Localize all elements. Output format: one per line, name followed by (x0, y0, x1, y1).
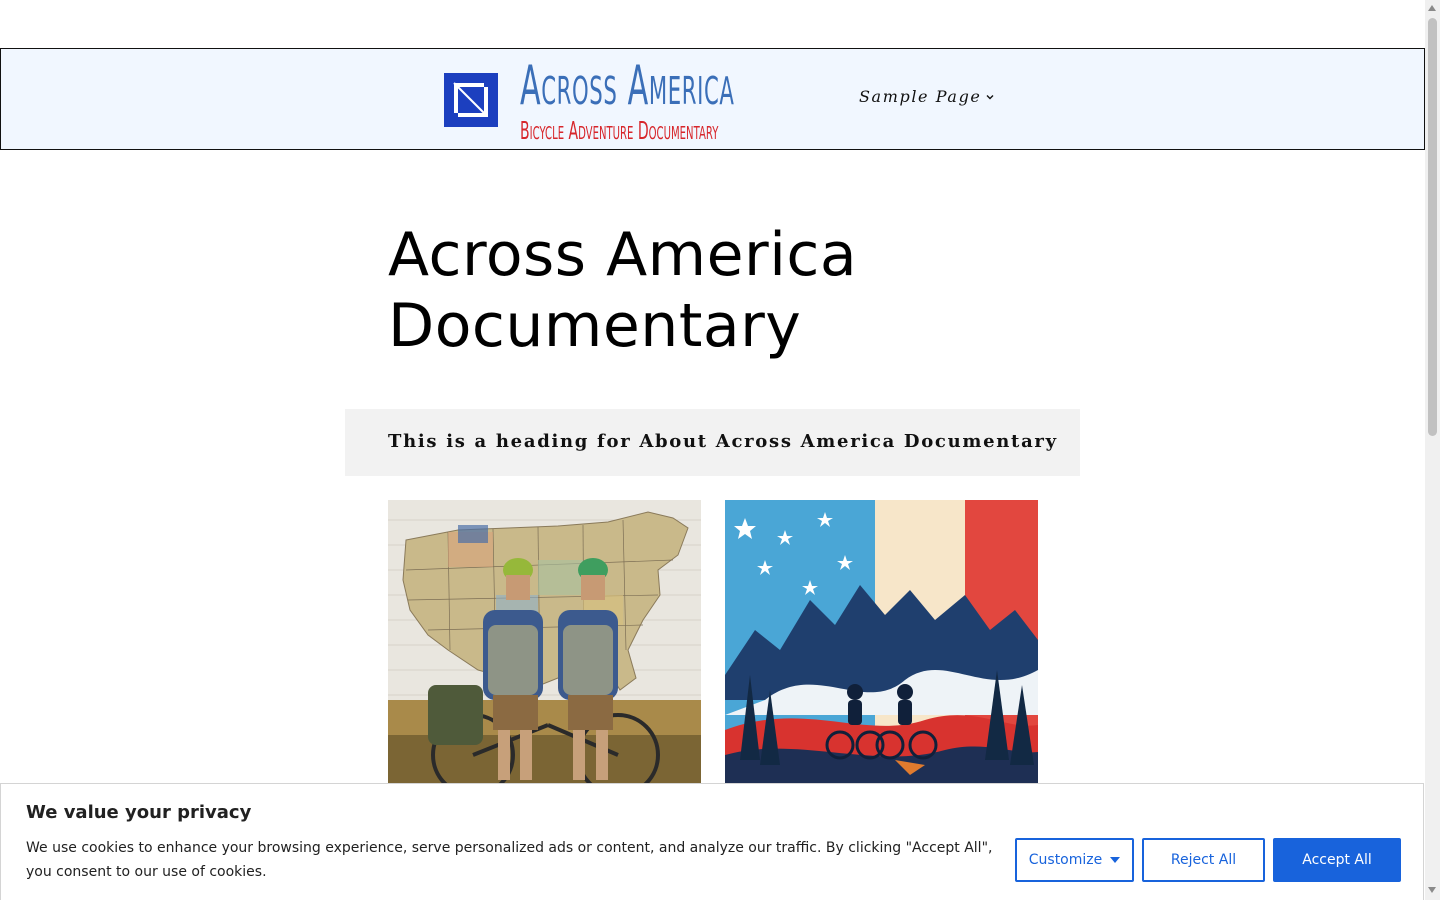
reject-all-button[interactable]: Reject All (1142, 838, 1265, 882)
vertical-scrollbar[interactable] (1425, 0, 1440, 900)
nav-item-label: Sample Page (859, 87, 982, 106)
scrollbar-thumb[interactable] (1428, 18, 1437, 436)
page-title: Across America Documentary (388, 220, 858, 361)
about-heading-band: This is a heading for About Across Ameri… (345, 409, 1080, 476)
cookie-consent-banner: We value your privacy We use cookies to … (0, 783, 1424, 900)
site-header: Across America Bicycle Adventure Documen… (0, 48, 1425, 150)
cyclists-flag-image (725, 500, 1038, 785)
accept-all-button[interactable]: Accept All (1273, 838, 1401, 882)
caret-down-icon (1110, 857, 1121, 863)
logo-subtitle: Bicycle Adventure Documentary (520, 116, 719, 145)
scroll-down-arrow-icon[interactable] (1428, 887, 1436, 893)
scroll-up-arrow-icon[interactable] (1428, 5, 1436, 11)
cyclists-flag-illustration (725, 500, 1038, 785)
about-heading: This is a heading for About Across Ameri… (388, 431, 1058, 452)
customize-button[interactable]: Customize (1015, 838, 1134, 882)
site-logo[interactable]: Across America Bicycle Adventure Documen… (444, 54, 816, 147)
customize-button-label: Customize (1028, 852, 1103, 868)
cyclists-map-image (388, 500, 701, 785)
page: Across America Bicycle Adventure Documen… (0, 0, 1440, 900)
cyclists-map-illustration (388, 500, 701, 785)
cookie-banner-text: We use cookies to enhance your browsing … (26, 840, 993, 880)
chevron-down-icon (986, 94, 994, 99)
logo-title: Across America (520, 54, 735, 117)
square-logo-icon (444, 73, 498, 127)
cookie-banner-title: We value your privacy (26, 802, 252, 823)
nav-item-sample-page[interactable]: Sample Page (859, 87, 995, 106)
